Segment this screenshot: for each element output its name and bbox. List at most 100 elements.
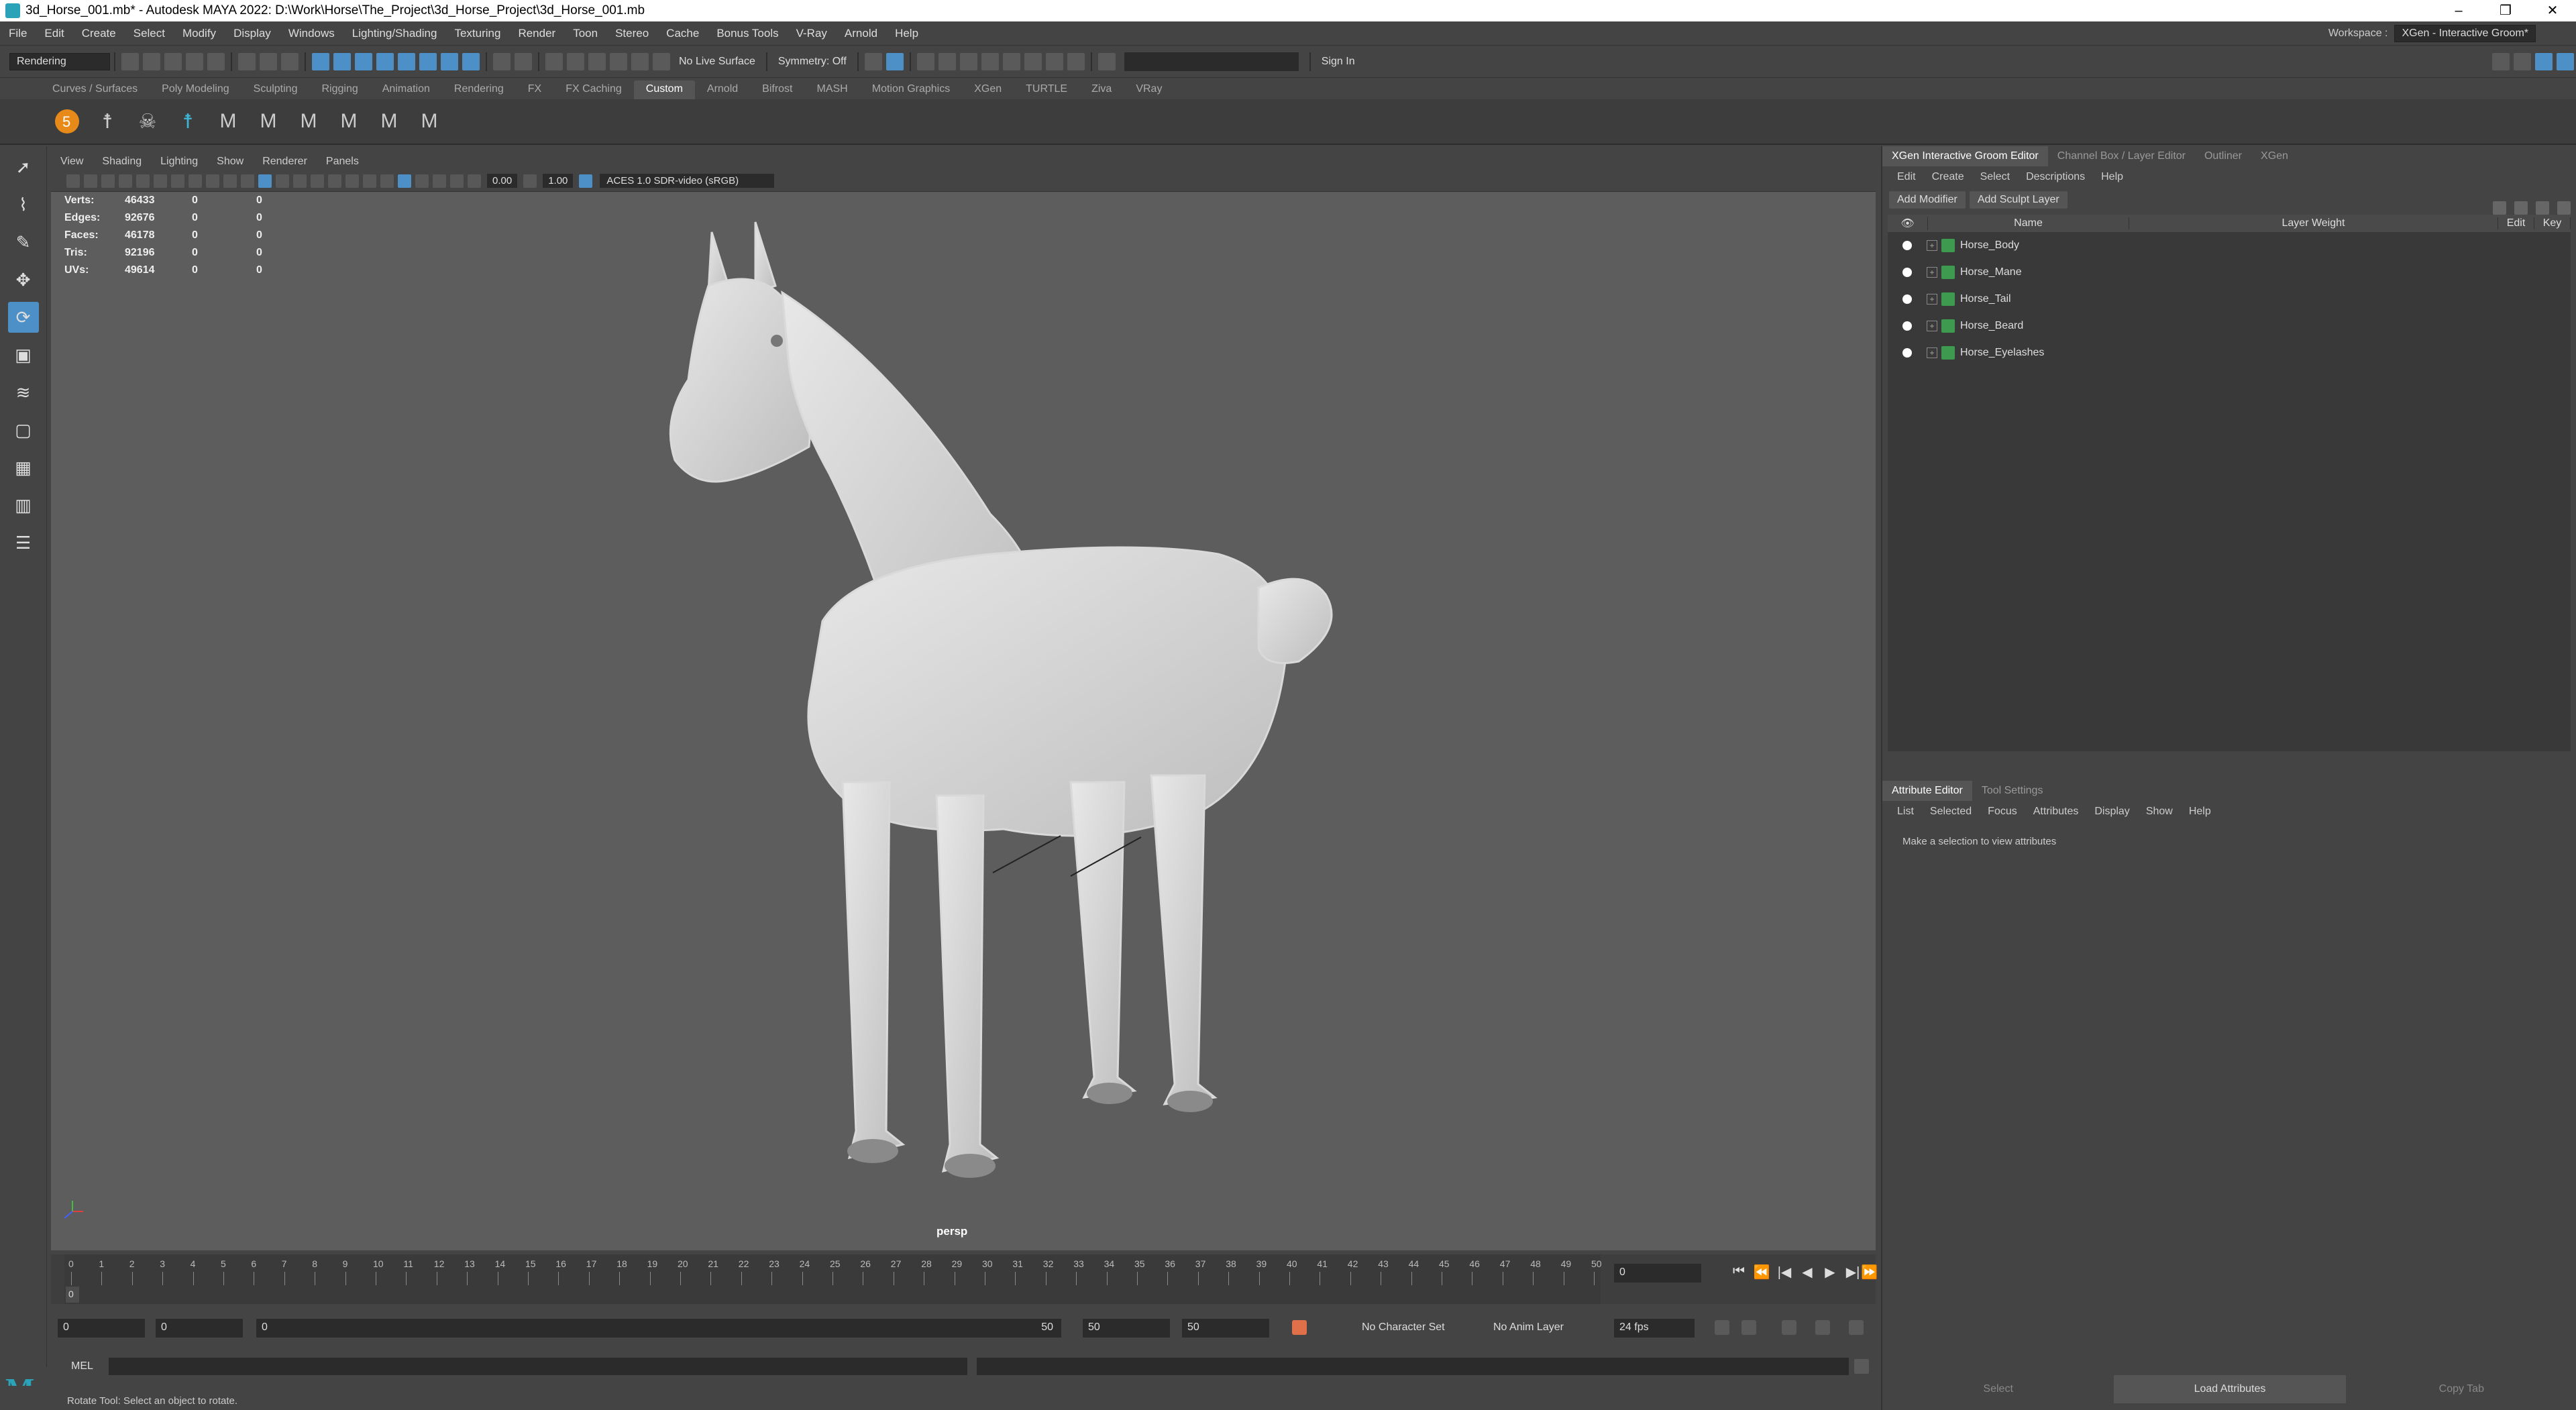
attr-menu-help[interactable]: Help (2181, 806, 2219, 818)
gamma-field[interactable]: 1.00 (543, 174, 574, 188)
description-row[interactable]: + Horse_Beard (1888, 313, 2571, 339)
sound-icon[interactable] (1782, 1320, 1796, 1335)
move-tool-icon[interactable]: ✥ (8, 264, 39, 295)
rotate-tool-icon[interactable]: ⟳ (7, 302, 39, 333)
current-frame-field[interactable]: 0 (1614, 1264, 1701, 1283)
select-component-icon[interactable] (281, 52, 299, 70)
attr-menu-attributes[interactable]: Attributes (2025, 806, 2087, 818)
tab-tool-settings[interactable]: Tool Settings (1972, 785, 2053, 797)
attr-menu-selected[interactable]: Selected (1922, 806, 1980, 818)
play-backward-icon[interactable]: ◀ (1798, 1264, 1817, 1283)
viewport-persp[interactable]: Verts: 46433 0 0 Edges: 92676 0 0 Faces: 46178 0… (51, 192, 1876, 1250)
step-forward-frame-icon[interactable]: ▶| (1843, 1264, 1862, 1283)
default-material-icon[interactable] (293, 174, 307, 188)
symmetry-label[interactable]: Symmetry: Off (778, 56, 847, 68)
snap-surface-icon[interactable] (631, 52, 649, 70)
layout-icon[interactable] (2514, 52, 2531, 70)
gamma-icon[interactable] (523, 174, 537, 188)
expand-icon[interactable]: + (1927, 347, 1937, 358)
select-object-icon[interactable] (260, 52, 277, 70)
highlight-selection-icon[interactable] (515, 52, 532, 70)
folder-icon[interactable] (2536, 201, 2549, 215)
ipr-render-icon[interactable] (959, 52, 977, 70)
script-editor-icon[interactable] (1854, 1359, 1869, 1374)
camera-select-icon[interactable] (66, 174, 80, 188)
menu-create[interactable]: Create (73, 27, 125, 40)
undo-icon[interactable] (186, 52, 203, 70)
select-hierarchy-icon[interactable] (238, 52, 256, 70)
horse-model[interactable] (51, 192, 1876, 1250)
shelf-skull-icon[interactable]: ☠ (133, 107, 162, 136)
shelf-tab[interactable]: MASH (805, 80, 860, 99)
pick-mask-icon[interactable] (312, 52, 329, 70)
playback-end-field[interactable]: 50 (1083, 1319, 1170, 1338)
grid-icon[interactable] (136, 174, 150, 188)
live-surface-label[interactable]: No Live Surface (679, 56, 755, 68)
layout-icon[interactable] (2492, 52, 2510, 70)
attr-menu-show[interactable]: Show (2138, 806, 2181, 818)
two-view-icon[interactable]: ▥ (8, 490, 39, 521)
shelf-tab[interactable]: XGen (962, 80, 1014, 99)
expand-icon[interactable]: + (1927, 240, 1937, 251)
menu-file[interactable]: File (0, 27, 36, 40)
bookmark-icon[interactable] (101, 174, 115, 188)
field-chart-icon[interactable] (206, 174, 219, 188)
menu-edit[interactable]: Edit (36, 27, 72, 40)
safe-title-icon[interactable] (241, 174, 254, 188)
scale-tool-icon[interactable]: ▣ (8, 339, 39, 370)
menu-stereo[interactable]: Stereo (606, 27, 657, 40)
paint-select-tool-icon[interactable]: ✎ (8, 227, 39, 258)
visibility-toggle[interactable] (1902, 348, 1912, 358)
hypershade-icon[interactable] (1002, 52, 1020, 70)
shadows-icon[interactable] (345, 174, 359, 188)
go-to-start-icon[interactable]: ⏮ (1729, 1264, 1748, 1283)
end-time-field[interactable]: 50 (1182, 1319, 1269, 1338)
description-row[interactable]: + Horse_Body (1888, 232, 2571, 259)
add-sculpt-layer-button[interactable]: Add Sculpt Layer (1969, 191, 2068, 209)
shelf-tab[interactable]: TURTLE (1014, 80, 1079, 99)
pick-mask-icon[interactable] (376, 52, 394, 70)
shelf-m-icon[interactable]: M (254, 107, 283, 136)
playhead[interactable]: 0 (66, 1287, 79, 1303)
shelf-tab[interactable]: Ziva (1079, 80, 1124, 99)
menuset-dropdown[interactable]: Rendering (9, 52, 110, 70)
start-time-field[interactable]: 0 (58, 1319, 145, 1338)
viewport-menu-show[interactable]: Show (207, 156, 253, 168)
shelf-tab[interactable]: Rigging (309, 80, 370, 99)
snap-center-icon[interactable] (653, 52, 670, 70)
layout-icon[interactable] (2535, 52, 2553, 70)
shelf-m-icon[interactable]: M (334, 107, 364, 136)
menu-select[interactable]: Select (125, 27, 174, 40)
shelf-tab[interactable]: VRay (1124, 80, 1174, 99)
shelf-tab[interactable]: Sculpting (241, 80, 310, 99)
visibility-toggle[interactable] (1902, 268, 1912, 277)
pause-render-icon[interactable] (1067, 52, 1085, 70)
select-button[interactable]: Select (1882, 1375, 2114, 1403)
viewport-menu-panels[interactable]: Panels (317, 156, 368, 168)
command-input[interactable] (109, 1358, 967, 1375)
four-view-icon[interactable]: ▦ (8, 452, 39, 483)
workspace-dropdown[interactable]: XGen - Interactive Groom* (2394, 24, 2536, 42)
playback-start-field[interactable]: 0 (156, 1319, 243, 1338)
pick-mask-icon[interactable] (419, 52, 437, 70)
xray-joints-icon[interactable] (415, 174, 429, 188)
move-down-icon[interactable] (2514, 201, 2528, 215)
menu-vray[interactable]: V-Ray (788, 27, 836, 40)
snap-point-icon[interactable] (588, 52, 606, 70)
menu-texturing[interactable]: Texturing (445, 27, 509, 40)
minimize-button[interactable]: – (2435, 0, 2482, 21)
lock-selection-icon[interactable] (493, 52, 511, 70)
shelf-figure-icon[interactable]: ☨ (93, 107, 122, 136)
expand-icon[interactable]: + (1927, 294, 1937, 305)
shelf-tab[interactable]: Arnold (695, 80, 750, 99)
construction-history-icon[interactable] (864, 52, 882, 70)
step-forward-key-icon[interactable]: ⏩ (1861, 1264, 1878, 1283)
film-gate-icon[interactable] (154, 174, 167, 188)
colorspace-dropdown[interactable]: ACES 1.0 SDR-video (sRGB) (600, 174, 775, 188)
motion-blur-icon[interactable] (380, 174, 394, 188)
shelf-tab[interactable]: Animation (370, 80, 442, 99)
sidebar-toggle-icon[interactable] (1097, 52, 1116, 70)
attr-menu-focus[interactable]: Focus (1980, 806, 2025, 818)
description-row[interactable]: + Horse_Tail (1888, 286, 2571, 313)
menu-render[interactable]: Render (509, 27, 564, 40)
